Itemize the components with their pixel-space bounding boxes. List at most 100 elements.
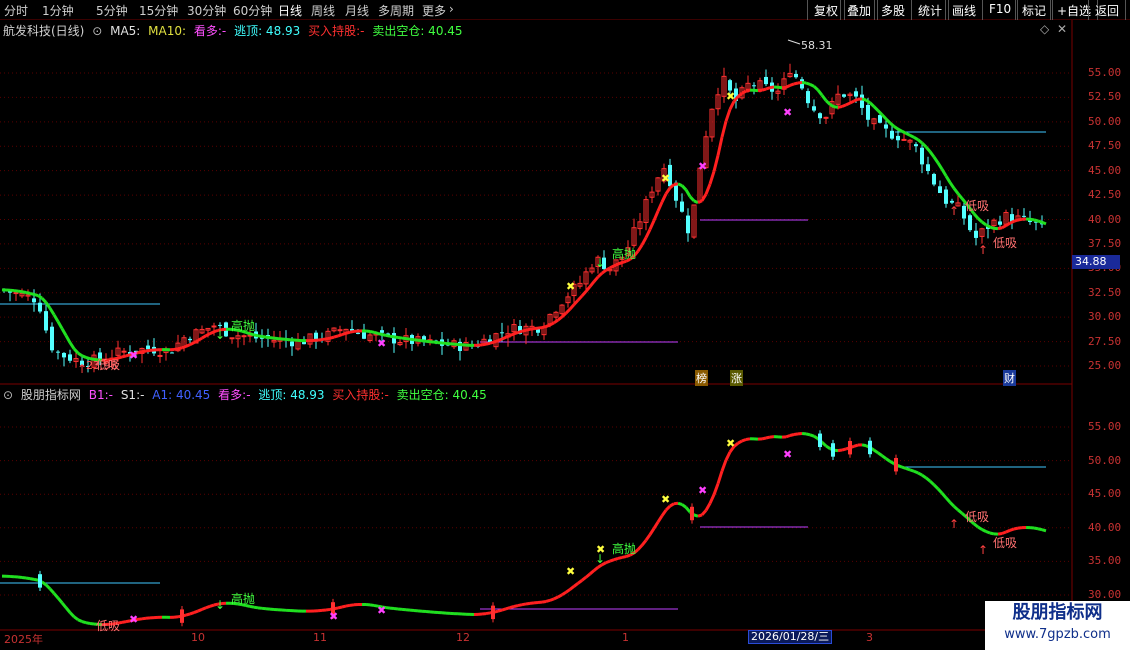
candle-body-down: [218, 324, 222, 326]
ma-segment: [712, 483, 720, 496]
ma-segment: [73, 615, 79, 621]
ma-segment: [41, 580, 47, 587]
xaxis-label: 3: [866, 631, 873, 644]
ma-segment: [85, 621, 91, 625]
ma-segment: [580, 290, 588, 297]
signal-x-marker: ✖: [698, 160, 707, 173]
ma-segment: [613, 262, 619, 268]
ma-segment: [1009, 527, 1015, 532]
ma-segment: [745, 88, 751, 93]
ma-segment: [25, 576, 31, 581]
ma-segment: [741, 438, 747, 443]
kline-chart[interactable]: ✖✖✖✖✖✖✖✖✖✖✖✖✖✖✖ ✖↓↓↓↓↑↑↑↑↑ 58.31 23.98 高抛…: [0, 0, 1130, 650]
ma-segment: [385, 606, 391, 610]
ma-segment: [617, 261, 623, 266]
ma-segment: [948, 501, 956, 508]
ma-segment: [948, 181, 956, 190]
ma-segment: [889, 121, 895, 128]
gaopao-label: 高抛: [612, 246, 636, 261]
watermark-url: www.7gpzb.com: [1004, 627, 1111, 642]
ma-segment: [716, 136, 724, 156]
ma-segment: [68, 611, 76, 618]
candle-body-down: [998, 221, 1002, 225]
ma-segment: [605, 559, 611, 565]
high-label: 58.31: [801, 39, 833, 52]
ma-segment: [529, 327, 535, 331]
ma-segment: [925, 476, 931, 483]
ma-segment: [952, 187, 960, 195]
indicator-tick: 50.00: [1088, 453, 1122, 467]
ma-segment: [704, 502, 712, 512]
ma-segment: [545, 323, 551, 328]
indicator-candle-body: [831, 443, 835, 457]
ma-segment: [877, 451, 883, 457]
ma-segment: [72, 347, 80, 355]
ma-segment: [936, 487, 944, 495]
candle-body-down: [356, 332, 360, 334]
ma-segment: [173, 347, 179, 351]
ma-segment: [549, 597, 555, 602]
ma-segment: [333, 334, 339, 339]
ma-segment: [185, 343, 191, 348]
ma-segment: [261, 335, 267, 339]
candle-body-down: [188, 338, 192, 341]
candle-body-down: [38, 302, 42, 312]
ma-segment: [940, 168, 948, 177]
ma-segment: [565, 588, 571, 594]
ma-segment: [644, 533, 652, 542]
ma-segment: [636, 544, 644, 551]
ma-segment: [29, 577, 35, 581]
ma-segment: [141, 616, 147, 621]
ma-segment: [205, 604, 211, 610]
indicator-tick: 35.00: [1088, 554, 1122, 568]
ma-segment: [553, 318, 559, 325]
xaxis-label: 12: [456, 631, 470, 644]
ma-segment: [868, 101, 876, 108]
price-tick: 42.50: [1088, 188, 1122, 202]
ma-segment: [724, 451, 732, 461]
ma-segment: [761, 436, 767, 441]
ma-segment: [885, 457, 891, 463]
ma-segment: [197, 608, 203, 613]
ma-segment: [33, 577, 39, 582]
cai-tag[interactable]: 财: [1003, 370, 1016, 386]
candle-body-up: [121, 350, 127, 353]
ma-segment: [872, 105, 880, 112]
bang-tag[interactable]: 榜: [695, 370, 708, 386]
candle-body-down: [68, 354, 72, 361]
price-tick: 50.00: [1088, 114, 1122, 128]
candle-body-down: [932, 173, 936, 185]
ma-segment: [693, 513, 699, 518]
high-pointer: [787, 39, 801, 45]
ma-segment: [688, 195, 696, 202]
signal-x-marker: ✖: [129, 349, 138, 362]
indicator-tick: 55.00: [1088, 420, 1122, 433]
ma-segment: [700, 193, 708, 202]
ma-segment: [553, 595, 559, 601]
ma-segment: [509, 332, 515, 337]
ma-segment: [541, 325, 547, 330]
ma-line-main: [1, 80, 1047, 362]
ma-segment: [413, 338, 419, 342]
ma-segment: [704, 183, 712, 195]
xaxis-label: 11: [313, 631, 327, 644]
ma-segment: [197, 336, 203, 342]
ma-segment: [44, 301, 52, 310]
ma-segment: [660, 193, 668, 203]
down-arrow-icon: ↓: [595, 552, 605, 566]
candle-body-up: [901, 138, 907, 141]
ma-segment: [673, 182, 679, 186]
zhang-tag[interactable]: 涨: [730, 370, 743, 386]
candle-body-down: [362, 332, 366, 339]
ma-segment: [29, 291, 35, 296]
ma-segment: [325, 336, 331, 341]
candle-body-down: [752, 85, 756, 87]
dixi-label: 低吸: [993, 536, 1017, 550]
candle-body-down: [764, 76, 768, 85]
ma-segment: [1013, 526, 1019, 531]
ma-segment: [13, 289, 19, 293]
ma-segment: [485, 341, 491, 346]
candle-body-down: [920, 147, 924, 165]
ma-segment: [677, 501, 683, 506]
ma-segment: [1037, 219, 1043, 224]
